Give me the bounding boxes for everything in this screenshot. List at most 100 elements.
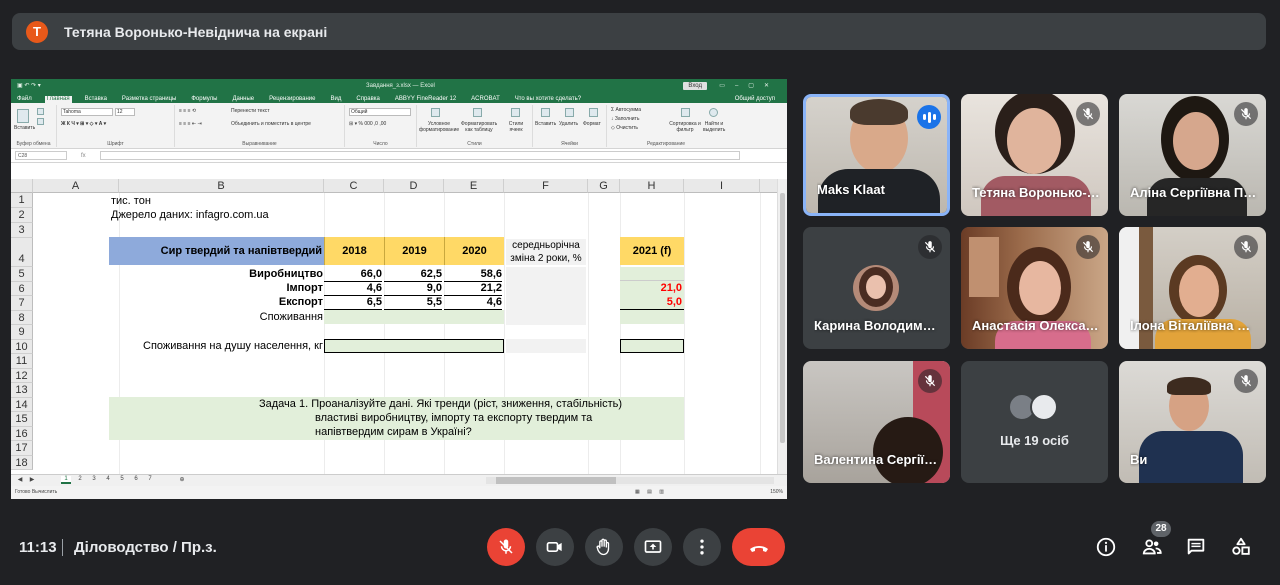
column-header[interactable]: F [504, 179, 588, 193]
forecast-cell[interactable] [620, 310, 684, 324]
sheet-nav-icon[interactable]: ▶ [27, 476, 37, 483]
row-header[interactable]: 6 [11, 281, 33, 297]
forecast-cell[interactable] [620, 339, 684, 353]
ribbon-tab[interactable]: ABBYY FineReader 12 [393, 96, 458, 103]
cut-icon[interactable] [37, 108, 44, 115]
sheet-tab[interactable]: 5 [117, 476, 127, 482]
row-header[interactable]: 3 [11, 223, 33, 238]
value-cell[interactable]: 66,0 [324, 267, 382, 282]
forecast-cell[interactable]: 5,0 [620, 295, 684, 310]
sort-filter-icon[interactable] [681, 108, 690, 117]
formula-input[interactable] [99, 151, 740, 160]
row-label-consumption[interactable]: Споживання [121, 310, 323, 324]
more-options-button[interactable] [683, 528, 721, 566]
ribbon-tab[interactable]: Рецензирование [267, 96, 317, 103]
value-cell[interactable]: 58,6 [444, 267, 502, 282]
row-header[interactable]: 1 [11, 193, 33, 208]
row-header[interactable]: 11 [11, 354, 33, 369]
row-header[interactable]: 13 [11, 383, 33, 398]
merge-button[interactable]: Объединить и поместить в центре [231, 121, 311, 127]
mic-toggle-button[interactable] [487, 528, 525, 566]
vertical-scrollbar[interactable] [777, 179, 787, 474]
column-header[interactable]: G [588, 179, 620, 193]
format-label[interactable]: Формат [583, 121, 601, 127]
view-mode-icons[interactable]: ▦ ▤ ▥ [635, 486, 667, 499]
sheet-tab[interactable]: 3 [89, 476, 99, 482]
participant-tile[interactable]: Тетяна Воронько-Невіднича [961, 94, 1108, 216]
row-header[interactable]: 8 [11, 310, 33, 326]
login-button[interactable]: Вход [683, 81, 707, 90]
ribbon-tab[interactable]: ACROBAT [469, 96, 502, 103]
delete-cells-icon[interactable] [565, 108, 574, 117]
zoom-level[interactable]: 150% [770, 486, 783, 499]
ribbon-tab-home[interactable]: Главная [44, 96, 72, 103]
ribbon-tab[interactable]: Вид [329, 96, 344, 103]
sheet-tab[interactable]: 7 [145, 476, 155, 482]
ribbon-tab[interactable]: Вставка [83, 96, 109, 103]
forecast-cell[interactable] [620, 267, 684, 281]
font-size-select[interactable]: 12 [115, 108, 135, 116]
share-button[interactable]: Общий доступ [733, 96, 777, 103]
avg-change-cells[interactable] [506, 267, 586, 325]
table-header-label[interactable]: Сир твердий та напівтвердий [109, 237, 324, 265]
raise-hand-button[interactable] [585, 528, 623, 566]
value-cell[interactable]: 4,6 [444, 295, 502, 310]
row-header[interactable]: 2 [11, 208, 33, 223]
participant-tile[interactable]: Валентина Сергіївна [803, 361, 950, 483]
ribbon-tab[interactable]: Разметка страницы [120, 96, 178, 103]
cell-styles-label[interactable]: Стили ячеек [503, 121, 529, 133]
quick-access-icons[interactable]: ▣ ↶ ↷ ▾ [17, 82, 41, 89]
ribbon-tab[interactable]: Данные [230, 96, 256, 103]
fill-button[interactable]: ↓ Заполнить [611, 116, 639, 122]
paste-icon[interactable] [17, 109, 29, 123]
ribbon-tab[interactable]: Справка [354, 96, 382, 103]
column-header[interactable]: H [620, 179, 684, 193]
row-header[interactable]: 10 [11, 339, 33, 355]
participant-tile[interactable]: Maks Klaat [803, 94, 950, 216]
more-participants-tile[interactable]: Ще 19 осіб [961, 361, 1108, 483]
participant-tile[interactable]: Ілона Віталіївна Коваль [1119, 227, 1266, 349]
avg-change-cell[interactable] [506, 339, 586, 353]
camera-toggle-button[interactable] [536, 528, 574, 566]
column-header[interactable]: B [119, 179, 324, 193]
format-table-label[interactable]: Форматировать как таблицу [461, 121, 497, 133]
column-header[interactable]: I [684, 179, 760, 193]
format-cells-icon[interactable] [589, 108, 598, 117]
self-tile[interactable]: Ви [1119, 361, 1266, 483]
leave-call-button[interactable] [732, 528, 785, 566]
find-label[interactable]: Найти и выделить [703, 121, 725, 133]
activities-button[interactable] [1228, 534, 1254, 560]
value-cell[interactable]: 21,2 [444, 281, 502, 296]
sheet-nav-icon[interactable]: ◀ [15, 476, 25, 483]
consumption-pc-cells[interactable] [324, 339, 504, 353]
row-header[interactable]: 9 [11, 325, 33, 340]
add-sheet-icon[interactable]: ⊕ [177, 476, 187, 483]
value-cell[interactable]: 6,5 [324, 295, 382, 310]
find-icon[interactable] [709, 108, 718, 117]
value-cell[interactable]: 5,5 [384, 295, 442, 310]
row-label-export[interactable]: Експорт [121, 295, 323, 309]
cell-styles-icon[interactable] [511, 108, 520, 117]
name-box[interactable]: C28 [15, 151, 67, 160]
column-header[interactable]: D [384, 179, 444, 193]
participant-tile[interactable]: Карина Володимирівна [803, 227, 950, 349]
meeting-details-button[interactable] [1093, 534, 1119, 560]
select-all-corner[interactable] [11, 179, 33, 193]
forecast-cell[interactable]: 21,0 [620, 281, 684, 296]
cond-format-label[interactable]: Условное форматирование [419, 121, 459, 133]
number-icons[interactable]: ⊞ ▾ % 000 ‚0 ,00 [349, 121, 386, 127]
consumption-cells[interactable] [324, 310, 504, 324]
row-header[interactable]: 15 [11, 412, 33, 427]
row-header[interactable]: 5 [11, 267, 33, 282]
row-header[interactable]: 16 [11, 426, 33, 442]
row-header[interactable]: 18 [11, 455, 33, 471]
insert-label[interactable]: Вставить [535, 121, 556, 127]
participant-tile[interactable]: Аліна Сергіївна Петренко [1119, 94, 1266, 216]
cell-units[interactable]: тис. тон [111, 194, 151, 208]
year-header[interactable]: 2018 [324, 237, 384, 265]
forecast-header[interactable]: 2021 (f) [620, 237, 684, 265]
window-controls-icon[interactable]: ▭–▢✕ [719, 82, 779, 89]
avg-change-header[interactable]: середньорічна зміна 2 роки, % [506, 239, 586, 265]
font-name-select[interactable]: Tahoma [61, 108, 113, 116]
row-label-import[interactable]: Імпорт [121, 281, 323, 295]
